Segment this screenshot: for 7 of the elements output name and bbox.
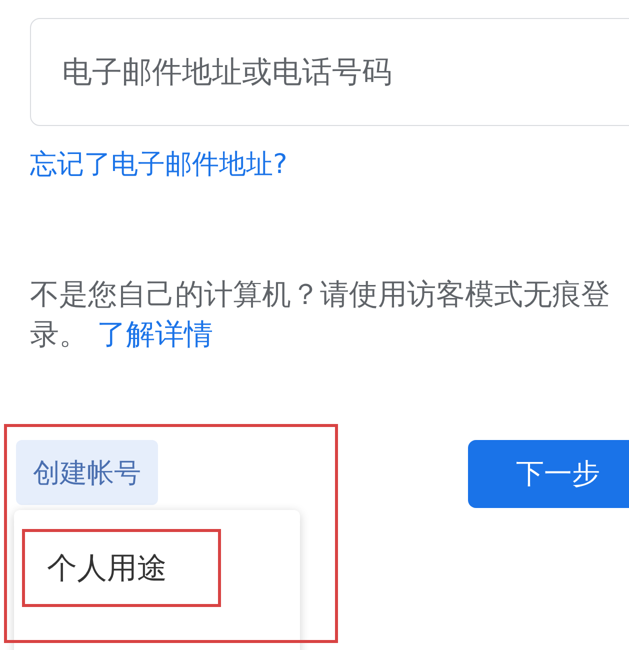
forgot-email-link[interactable]: 忘记了电子邮件地址? [30,146,288,182]
create-account-button[interactable]: 创建帐号 [16,440,158,505]
email-field[interactable]: 电子邮件地址或电话号码 [30,18,629,126]
menu-item[interactable]: 个人用途 [22,529,221,607]
guest-notice: 不是您自己的计算机？请使用访客模式无痕登录。 了解详情 [30,276,611,353]
learn-more-link[interactable]: 了解详情 [97,317,214,351]
next-button[interactable]: 下一步 [468,440,629,508]
